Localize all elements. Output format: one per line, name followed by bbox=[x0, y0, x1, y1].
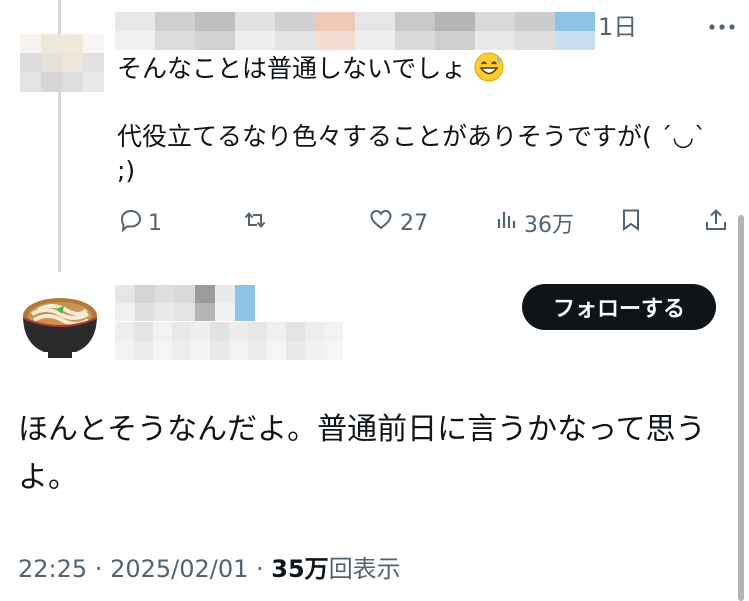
reply-avatar-blurred[interactable] bbox=[20, 34, 104, 92]
main-author-name-blurred[interactable] bbox=[115, 285, 255, 321]
tweet-meta: 22:25 · 2025/02/01 · 35万回表示 bbox=[18, 550, 401, 588]
share-icon bbox=[703, 207, 729, 239]
scrollbar[interactable] bbox=[738, 215, 744, 601]
tweet-date[interactable]: 2025/02/01 bbox=[110, 555, 248, 583]
meta-separator: · bbox=[87, 555, 111, 583]
reply-count: 1 bbox=[148, 210, 162, 236]
like-count: 27 bbox=[400, 210, 428, 236]
reply-timestamp[interactable]: 1日 bbox=[598, 12, 637, 42]
share-button[interactable] bbox=[703, 205, 729, 241]
comment-icon bbox=[118, 207, 144, 239]
like-button[interactable]: 27 bbox=[368, 205, 428, 241]
tweet-time[interactable]: 22:25 bbox=[18, 555, 87, 583]
bookmark-button[interactable] bbox=[618, 205, 644, 241]
main-avatar[interactable] bbox=[18, 284, 102, 364]
reply-text-line1: そんなことは普通しないでしょ bbox=[117, 54, 467, 83]
views-count: 36万 bbox=[524, 213, 574, 238]
more-options-icon[interactable] bbox=[702, 14, 738, 38]
views-label: 回表示 bbox=[328, 555, 401, 583]
reply-text: そんなことは普通しないでしょ 代役立てるなり色々することがありそうですが( ´◡… bbox=[117, 52, 717, 188]
views-button[interactable]: 36万 bbox=[494, 205, 574, 241]
reply-text-line2: 代役立てるなり色々することがありそうですが( ´◡` ;) bbox=[117, 122, 707, 185]
heart-icon bbox=[368, 207, 394, 239]
grinning-sweat-emoji-icon bbox=[474, 52, 504, 82]
reply-action-bar: 1 27 36万 bbox=[118, 205, 738, 241]
reply-author-name-blurred[interactable] bbox=[115, 12, 595, 50]
retweet-icon bbox=[242, 207, 268, 239]
bookmark-icon bbox=[618, 207, 644, 239]
bar-chart-icon bbox=[494, 207, 520, 239]
retweet-button[interactable] bbox=[242, 205, 272, 241]
reply-button[interactable]: 1 bbox=[118, 205, 162, 241]
meta-separator: · bbox=[248, 555, 272, 583]
follow-button[interactable]: フォローする bbox=[522, 284, 716, 330]
main-tweet-text: ほんとそうなんだよ。普通前日に言うかなって思うよ。 bbox=[18, 412, 706, 495]
main-author-handle-blurred[interactable] bbox=[115, 322, 343, 360]
views-number: 35万 bbox=[271, 555, 329, 583]
